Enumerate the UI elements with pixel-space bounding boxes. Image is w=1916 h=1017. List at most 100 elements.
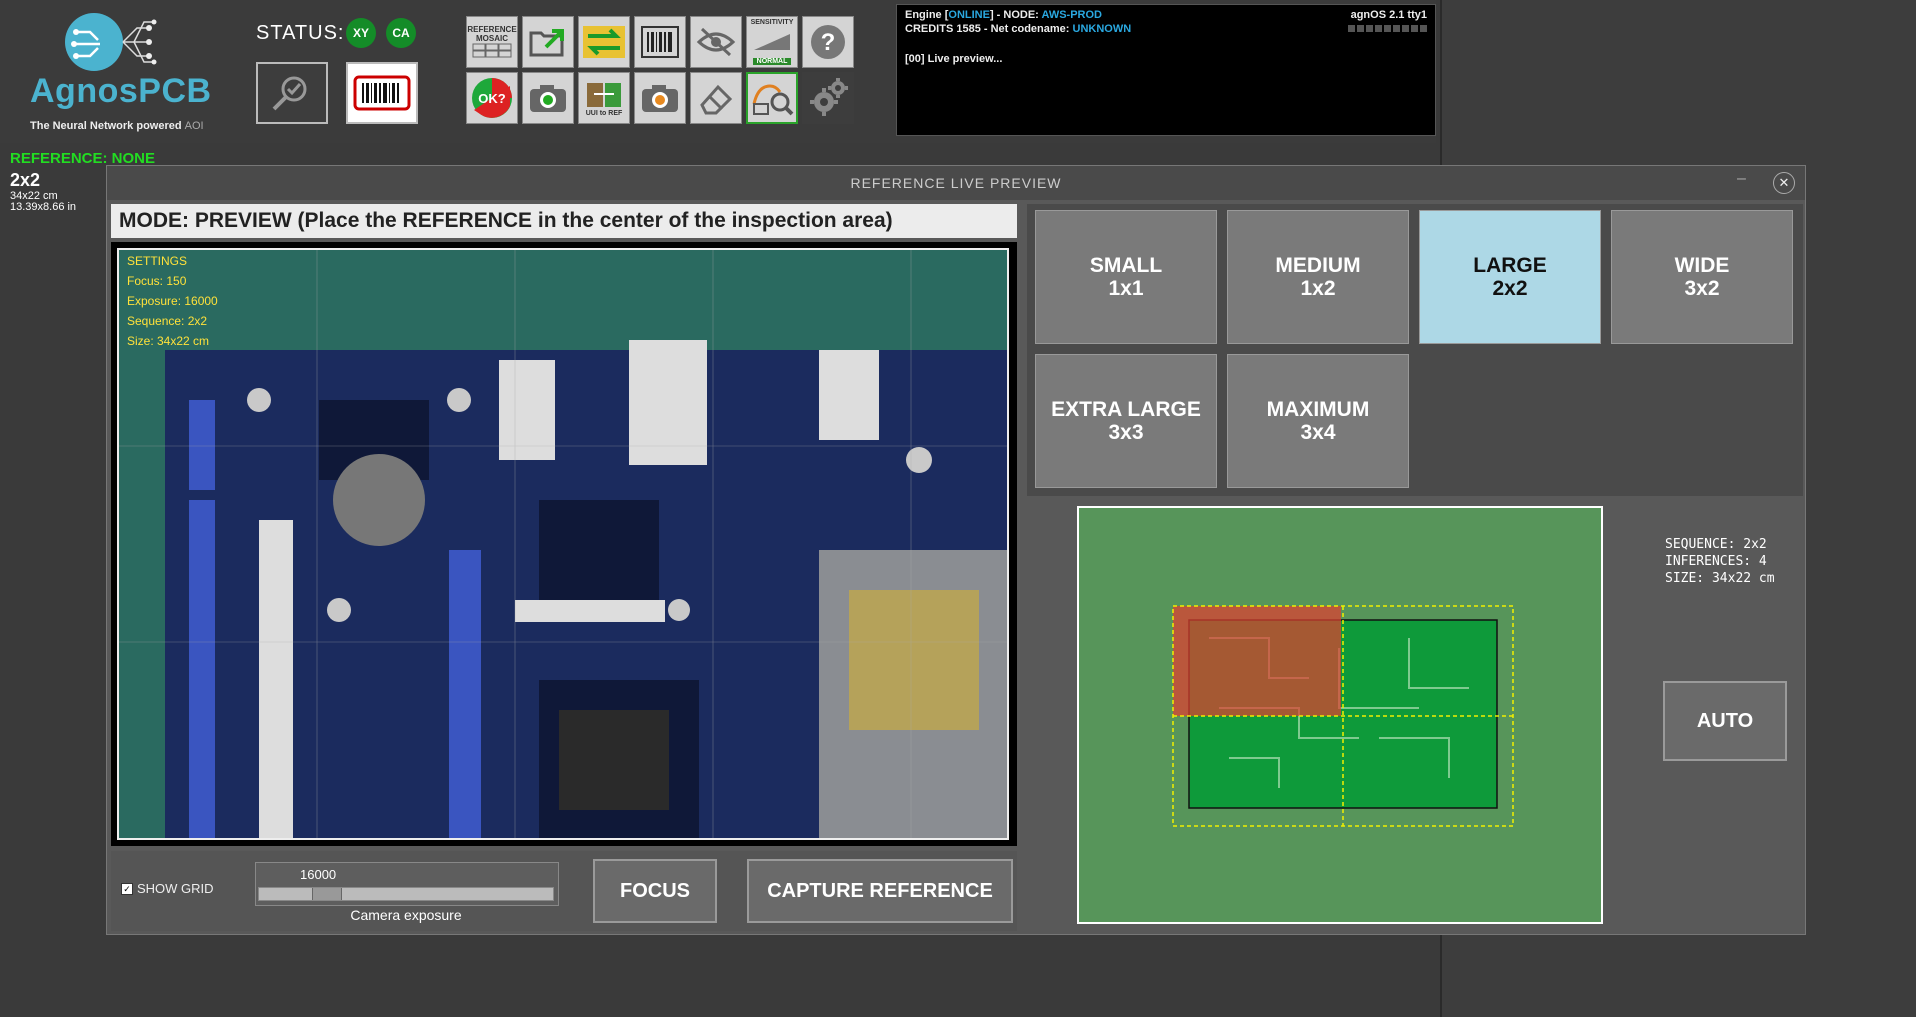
- size-medium-button[interactable]: MEDIUM 1x2: [1227, 210, 1409, 344]
- ok-check-icon: OK?: [472, 78, 512, 118]
- inspect-zoom-button[interactable]: [746, 72, 798, 124]
- status-label: STATUS:: [256, 22, 345, 44]
- barcode-icon: [353, 75, 411, 111]
- size-name: WIDE: [1674, 254, 1730, 277]
- eraser-button[interactable]: [690, 72, 742, 124]
- size-grid: 3x4: [1300, 421, 1336, 444]
- camera-button[interactable]: [522, 72, 574, 124]
- size-grid: 3x2: [1684, 277, 1720, 300]
- settings-title: SETTINGS: [127, 254, 188, 268]
- size-large-button[interactable]: LARGE 2x2: [1419, 210, 1601, 344]
- size-grid: 1x1: [1108, 277, 1144, 300]
- size-grid: 3x3: [1108, 421, 1144, 444]
- exposure-slider-track[interactable]: [258, 887, 554, 901]
- size-selector: SMALL 1x1 MEDIUM 1x2 LARGE 2x2 WIDE 3x2 EXTR…: [1027, 204, 1803, 496]
- net-codename: UNKNOWN: [1072, 23, 1132, 35]
- mosaic-diagram: [1172, 605, 1514, 827]
- barcode-scan-button[interactable]: [634, 16, 686, 68]
- console-log: [00] Live preview...: [905, 53, 1003, 65]
- ok-check-button[interactable]: OK?: [466, 72, 518, 124]
- mode-banner: MODE: PREVIEW (Place the REFERENCE in th…: [111, 204, 1017, 238]
- size-grid: 1x2: [1300, 277, 1336, 300]
- uui-to-ref-label: UUI to REF: [585, 109, 623, 117]
- settings-exposure: Exposure: 16000: [127, 294, 218, 308]
- engine-prefix: Engine [: [905, 9, 949, 21]
- ok-check-label: OK?: [478, 91, 506, 106]
- open-folder-button[interactable]: [522, 16, 574, 68]
- settings-focus: Focus: 150: [127, 274, 187, 288]
- node-name: AWS-PROD: [1041, 9, 1102, 21]
- reference-size: 2x2: [10, 170, 41, 190]
- agnospcb-logo: AgnosPCB The Neural Network powered AOI: [20, 10, 211, 132]
- gear-icon: [810, 78, 848, 116]
- help-button[interactable]: ?: [802, 16, 854, 68]
- info-size: SIZE: 34x22 cm: [1665, 571, 1775, 586]
- xy-status-badge: XY: [346, 18, 376, 48]
- size-small-button[interactable]: SMALL 1x1: [1035, 210, 1217, 344]
- focus-button[interactable]: FOCUS: [593, 859, 717, 923]
- open-folder-icon: [529, 29, 564, 57]
- camera-live-view: SETTINGS Focus: 150 Exposure: 16000 Sequ…: [117, 248, 1009, 840]
- settings-sequence: Sequence: 2x2: [127, 314, 208, 328]
- camera-icon: [530, 85, 566, 112]
- uui-to-ref-button[interactable]: UUI to REF: [578, 72, 630, 124]
- sequence-info: SEQUENCE: 2x2 INFERENCES: 4 SIZE: 34x22 …: [1665, 536, 1775, 587]
- capture-reference-button[interactable]: CAPTURE REFERENCE: [747, 859, 1013, 923]
- hide-overlay-button[interactable]: [690, 16, 742, 68]
- os-version: agnOS 2.1 tty1: [1350, 9, 1427, 21]
- capture-camera-button[interactable]: [634, 72, 686, 124]
- svg-text:?: ?: [821, 29, 836, 56]
- dialog-title: REFERENCE LIVE PREVIEW: [107, 166, 1805, 200]
- tagline-suffix: AOI: [184, 120, 204, 132]
- exposure-label: Camera exposure: [350, 907, 462, 923]
- engine-status: ONLINE: [948, 9, 990, 21]
- mosaic-grid-icon: [472, 43, 512, 58]
- size-grid: 2x2: [1492, 277, 1528, 300]
- exposure-slider-thumb[interactable]: [312, 888, 342, 900]
- size-wide-button[interactable]: WIDE 3x2: [1611, 210, 1793, 344]
- swap-reference-button[interactable]: [578, 16, 630, 68]
- help-icon: ?: [811, 25, 845, 59]
- activity-bars: [1348, 25, 1427, 32]
- auto-button[interactable]: AUTO: [1663, 681, 1787, 761]
- inspection-area-preview: [1077, 506, 1603, 924]
- camera-orange-icon: [642, 85, 678, 112]
- camera-frame: SETTINGS Focus: 150 Exposure: 16000 Sequ…: [111, 242, 1017, 846]
- close-icon: ✕: [1778, 175, 1790, 190]
- exposure-slider-box: 16000: [255, 862, 559, 906]
- size-name: SMALL: [1089, 254, 1163, 277]
- circuit-logo-icon: [65, 13, 157, 71]
- reference-live-preview-dialog: REFERENCE LIVE PREVIEW – ✕ MODE: PREVIEW…: [106, 165, 1806, 935]
- uui-to-ref-icon: [587, 82, 621, 107]
- size-name: MEDIUM: [1275, 254, 1361, 277]
- brand-name: AgnosPCB: [30, 72, 212, 110]
- sensitivity-label: SENSITIVITY: [750, 19, 794, 26]
- swap-arrows-icon: [583, 26, 625, 58]
- show-grid-check-icon[interactable]: ✓: [121, 882, 133, 895]
- credits-text: CREDITS 1585 - Net codename:: [905, 23, 1073, 35]
- engine-console: Engine [ONLINE] - NODE: AWS-PROD CREDITS…: [896, 4, 1436, 136]
- size-extra-large-button[interactable]: EXTRA LARGE 3x3: [1035, 354, 1217, 488]
- reference-mosaic-label: REFERENCE MOSAIC: [467, 25, 517, 43]
- info-sequence: SEQUENCE: 2x2: [1665, 537, 1767, 552]
- sensitivity-button[interactable]: SENSITIVITY NORMAL: [746, 16, 798, 68]
- node-prefix: ] - NODE:: [989, 9, 1042, 21]
- size-name: MAXIMUM: [1266, 398, 1370, 421]
- barcode-reader-button[interactable]: [346, 62, 418, 124]
- show-grid-checkbox[interactable]: ✓ SHOW GRID: [121, 881, 214, 896]
- sensitivity-ramp-icon: [754, 34, 790, 50]
- size-maximum-button[interactable]: MAXIMUM 3x4: [1227, 354, 1409, 488]
- exposure-value: 16000: [300, 867, 337, 882]
- settings-button[interactable]: [802, 72, 854, 124]
- reference-mosaic-button[interactable]: REFERENCE MOSAIC: [466, 16, 518, 68]
- brand-tagline: The Neural Network powered AOI: [30, 120, 204, 132]
- credits-line: CREDITS 1585 - Net codename: UNKNOWN: [905, 23, 1131, 35]
- eraser-icon: [700, 84, 733, 115]
- inspect-button[interactable]: [256, 62, 328, 124]
- size-name: LARGE: [1473, 254, 1547, 277]
- close-button[interactable]: ✕: [1773, 172, 1795, 194]
- magnifier-check-icon: [272, 76, 307, 111]
- eye-off-icon: [696, 27, 736, 57]
- minimize-button[interactable]: –: [1737, 170, 1757, 190]
- barcode-scan-icon: [641, 26, 679, 58]
